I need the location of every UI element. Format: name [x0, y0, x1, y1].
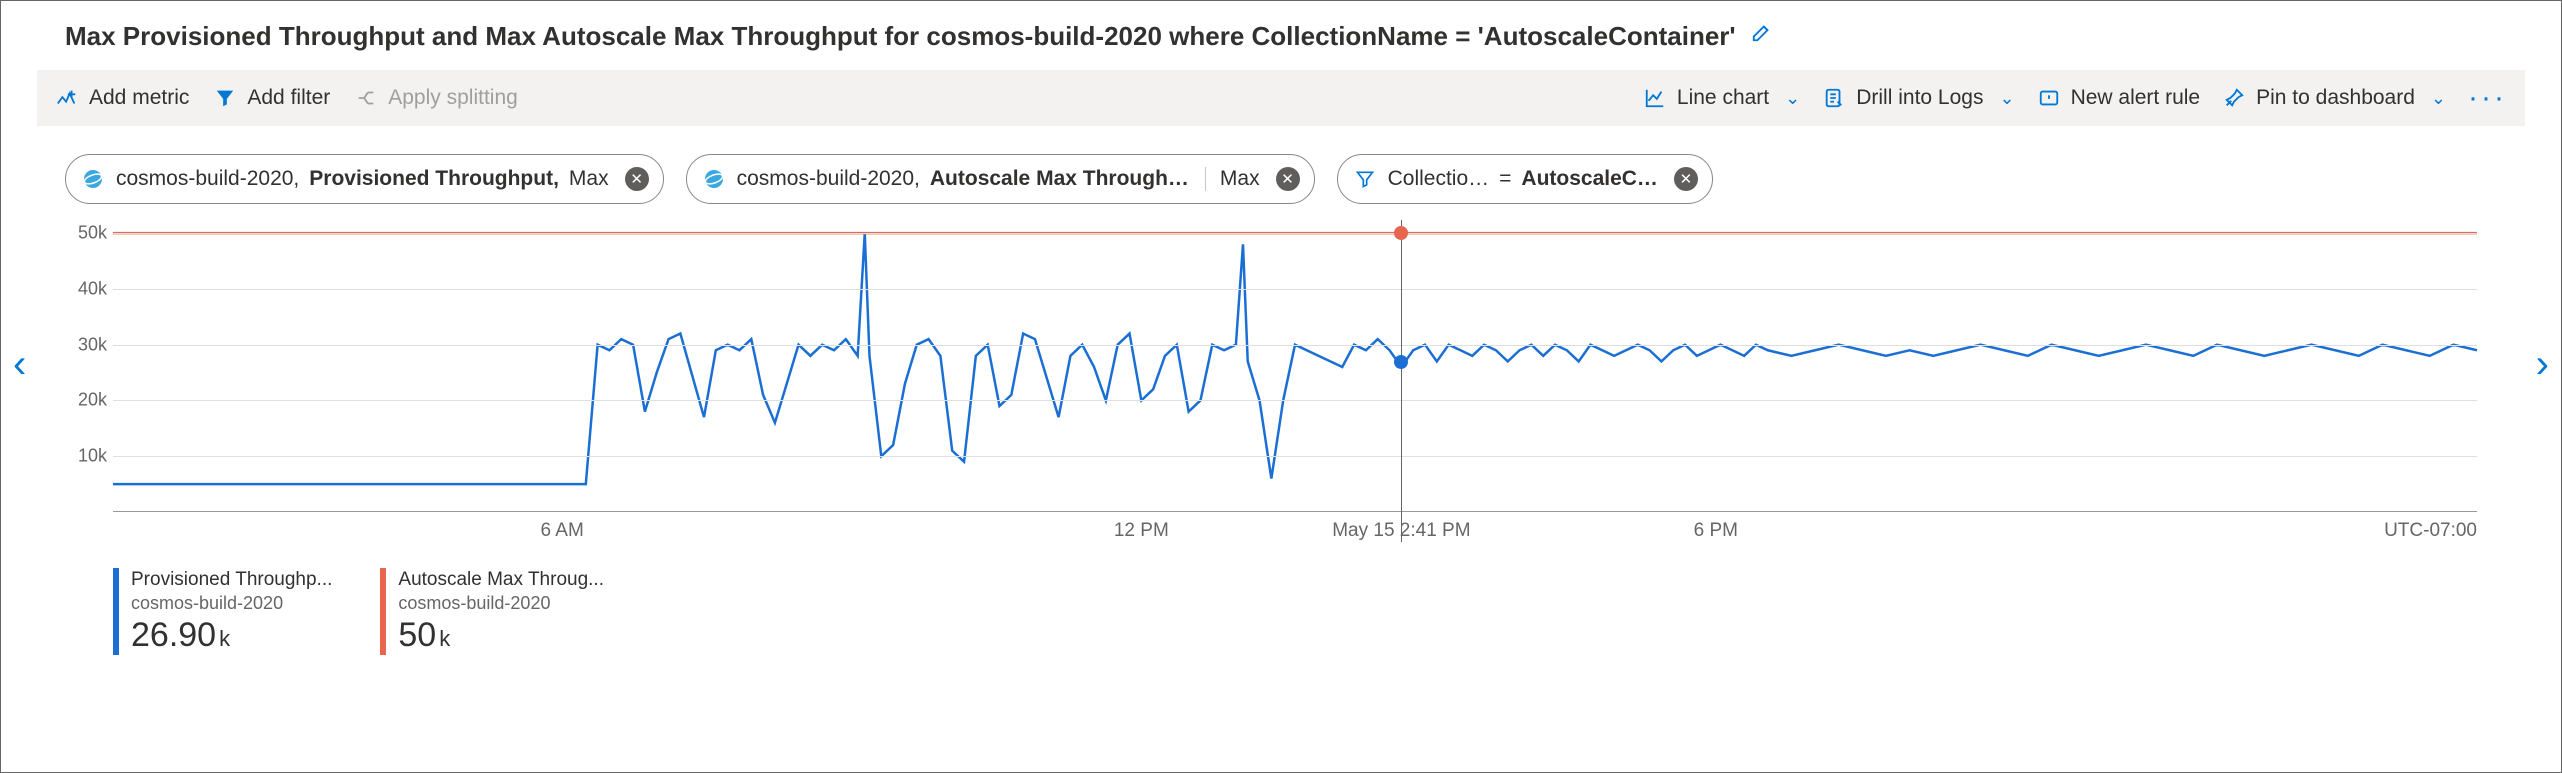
metrics-panel: Max Provisioned Throughput and Max Autos… [0, 0, 2562, 773]
alert-icon [2037, 86, 2061, 110]
time-cursor[interactable] [1401, 220, 1402, 542]
metric-name: Provisioned Throughput, [309, 167, 559, 191]
legend-scope: cosmos-build-2020 [398, 593, 604, 615]
apply-splitting-label: Apply splitting [388, 86, 518, 110]
legend-scope: cosmos-build-2020 [131, 593, 332, 615]
pin-dashboard-button[interactable]: Pin to dashboard ⌄ [2222, 86, 2446, 110]
filter-icon [1352, 166, 1378, 192]
query-pills: cosmos-build-2020, Provisioned Throughpu… [65, 154, 2525, 204]
x-tick-label: 12 PM [1114, 520, 1169, 542]
x-tick-label: 6 AM [541, 520, 584, 542]
pin-dashboard-label: Pin to dashboard [2256, 86, 2415, 110]
y-tick-label: 50k [78, 223, 107, 244]
legend-series-name: Provisioned Throughp... [131, 568, 332, 593]
x-axis-labels: UTC-07:00 6 AM 12 PM 6 PM May 15 2:41 PM [113, 520, 2477, 548]
grid-line [113, 400, 2477, 401]
logs-icon [1822, 86, 1846, 110]
add-filter-label: Add filter [247, 86, 330, 110]
pin-icon [2222, 86, 2246, 110]
cursor-point [1394, 226, 1408, 240]
add-metric-button[interactable]: Add metric [55, 86, 189, 110]
scope-name: cosmos-build-2020, [116, 167, 299, 191]
remove-pill-icon[interactable]: ✕ [1674, 167, 1698, 191]
chart-legend: Provisioned Throughp... cosmos-build-202… [113, 568, 2517, 655]
filter-value: AutoscaleC… [1521, 167, 1658, 191]
add-metric-icon [55, 86, 79, 110]
remove-pill-icon[interactable]: ✕ [1276, 167, 1300, 191]
chevron-down-icon: ⌄ [2431, 88, 2446, 109]
title-text: Max Provisioned Throughput and Max Autos… [65, 21, 1736, 51]
splitting-icon [354, 86, 378, 110]
metric-name: Autoscale Max Through… [930, 167, 1189, 191]
aggregation: Max [1205, 167, 1260, 191]
legend-value: 50k [398, 616, 604, 655]
add-metric-label: Add metric [89, 86, 189, 110]
legend-series-name: Autoscale Max Throug... [398, 568, 604, 593]
scope-name: cosmos-build-2020, [737, 167, 920, 191]
metric-pill[interactable]: cosmos-build-2020, Autoscale Max Through… [686, 154, 1315, 204]
apply-splitting-button: Apply splitting [354, 86, 518, 110]
cosmos-icon [701, 166, 727, 192]
page-title: Max Provisioned Throughput and Max Autos… [65, 21, 2525, 52]
drill-logs-label: Drill into Logs [1856, 86, 1983, 110]
cursor-point [1394, 355, 1408, 369]
chevron-down-icon: ⌄ [1785, 88, 1800, 109]
drill-logs-button[interactable]: Drill into Logs ⌄ [1822, 86, 2014, 110]
cursor-time-label: May 15 2:41 PM [1332, 520, 1470, 542]
metric-pill[interactable]: cosmos-build-2020, Provisioned Throughpu… [65, 154, 664, 204]
chart-type-button[interactable]: Line chart ⌄ [1643, 86, 1800, 110]
new-alert-button[interactable]: New alert rule [2037, 86, 2201, 110]
filter-icon [213, 86, 237, 110]
remove-pill-icon[interactable]: ✕ [625, 167, 649, 191]
add-filter-button[interactable]: Add filter [213, 86, 330, 110]
filter-field: Collectio… [1388, 167, 1490, 191]
line-chart-icon [1643, 86, 1667, 110]
series-line [113, 233, 2477, 484]
grid-line [113, 233, 2477, 234]
next-time-button[interactable]: › [2536, 342, 2549, 387]
toolbar: Add metric Add filter Apply splitting [37, 70, 2525, 126]
legend-item[interactable]: Provisioned Throughp... cosmos-build-202… [113, 568, 332, 655]
timezone-label: UTC-07:00 [2384, 520, 2477, 542]
chart-plot[interactable]: 10k20k30k40k50k [113, 222, 2477, 512]
chart-series [113, 222, 2477, 512]
filter-pill[interactable]: Collectio… = AutoscaleC… ✕ [1337, 154, 1713, 204]
edit-title-icon[interactable] [1751, 23, 1773, 48]
chart-area: ‹ › 10k20k30k40k50k UTC-07:00 6 AM12 PM6… [37, 222, 2525, 655]
aggregation: Max [569, 167, 609, 191]
legend-value: 26.90k [131, 616, 332, 655]
prev-time-button[interactable]: ‹ [13, 342, 26, 387]
legend-item[interactable]: Autoscale Max Throug... cosmos-build-202… [380, 568, 604, 655]
y-tick-label: 40k [78, 278, 107, 299]
y-tick-label: 30k [78, 334, 107, 355]
chevron-down-icon: ⌄ [1999, 88, 2014, 109]
filter-op: = [1499, 167, 1511, 191]
cosmos-icon [80, 166, 106, 192]
x-tick-label: 6 PM [1694, 520, 1738, 542]
grid-line [113, 345, 2477, 346]
grid-line [113, 289, 2477, 290]
new-alert-label: New alert rule [2071, 86, 2201, 110]
y-tick-label: 20k [78, 390, 107, 411]
y-tick-label: 10k [78, 446, 107, 467]
chart-type-label: Line chart [1677, 86, 1769, 110]
grid-line [113, 456, 2477, 457]
